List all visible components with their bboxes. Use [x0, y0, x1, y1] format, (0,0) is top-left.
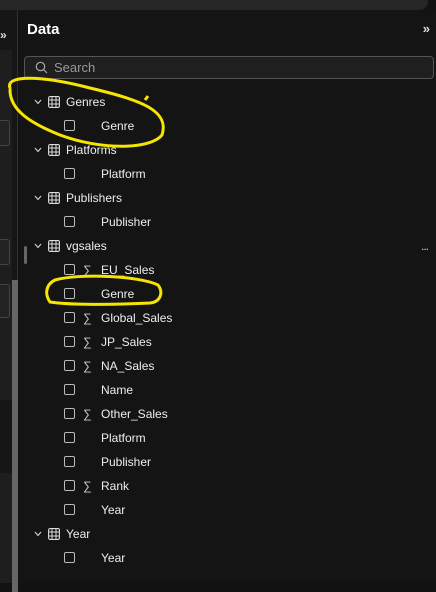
table-name: Year [66, 527, 91, 541]
field-checkbox[interactable] [64, 264, 75, 275]
field-name: Global_Sales [101, 311, 173, 325]
field-checkbox[interactable] [64, 168, 75, 179]
field-row[interactable]: Genre [19, 282, 436, 306]
field-checkbox[interactable] [64, 360, 75, 371]
search-box[interactable] [24, 56, 434, 79]
chevron-down-icon[interactable] [34, 97, 42, 107]
table-name: Genres [66, 95, 106, 109]
field-row[interactable]: ∑ EU_Sales [19, 258, 436, 282]
table-name: Publishers [66, 191, 123, 205]
field-row[interactable]: Year [19, 498, 436, 522]
chevron-down-icon[interactable] [34, 193, 42, 203]
sigma-icon: ∑ [83, 479, 92, 493]
more-options-icon[interactable]: ... [421, 239, 429, 253]
sigma-icon: ∑ [83, 263, 92, 277]
table-icon [48, 192, 60, 207]
search-input[interactable] [54, 60, 414, 75]
table-icon [48, 240, 60, 255]
field-checkbox[interactable] [64, 480, 75, 491]
collapse-pane-icon[interactable]: » [423, 21, 430, 36]
field-checkbox[interactable] [64, 120, 75, 131]
left-pane-input[interactable] [0, 284, 10, 318]
field-name: Genre [101, 287, 135, 301]
expand-icon[interactable]: » [0, 28, 7, 42]
top-bar [0, 0, 428, 10]
sigma-icon: ∑ [83, 359, 92, 373]
left-pane-section [0, 473, 12, 583]
field-row[interactable]: Publisher [19, 450, 436, 474]
field-checkbox[interactable] [64, 312, 75, 323]
table-icon [48, 528, 60, 543]
search-icon [35, 61, 48, 74]
left-pane: » [0, 10, 18, 592]
data-pane: Data » Genres Genre Platforms Platform P… [19, 10, 436, 582]
table-row-genres[interactable]: Genres [19, 90, 436, 114]
field-row[interactable]: ∑ NA_Sales [19, 354, 436, 378]
field-checkbox[interactable] [64, 408, 75, 419]
field-name: Platform [101, 167, 146, 181]
chevron-down-icon[interactable] [34, 145, 42, 155]
field-row[interactable]: Name [19, 378, 436, 402]
field-name: Year [101, 551, 126, 565]
field-name: Year [101, 503, 126, 517]
field-row[interactable]: Platform [19, 426, 436, 450]
table-row-vgsales[interactable]: vgsales ... [19, 234, 436, 258]
sigma-icon: ∑ [83, 335, 92, 349]
field-name: Other_Sales [101, 407, 168, 421]
field-checkbox[interactable] [64, 384, 75, 395]
field-checkbox[interactable] [64, 216, 75, 227]
field-row[interactable]: ∑ Other_Sales [19, 402, 436, 426]
table-row-year[interactable]: Year [19, 522, 436, 546]
sigma-icon: ∑ [83, 407, 92, 421]
field-checkbox[interactable] [64, 456, 75, 467]
pane-title: Data [27, 21, 60, 38]
field-name: JP_Sales [101, 335, 152, 349]
left-pane-input[interactable] [0, 120, 10, 146]
field-row[interactable]: Platform [19, 162, 436, 186]
field-checkbox[interactable] [64, 288, 75, 299]
left-pane-section [0, 160, 12, 400]
field-checkbox[interactable] [64, 504, 75, 515]
left-pane-input[interactable] [0, 239, 10, 265]
table-icon [48, 144, 60, 159]
field-row[interactable]: ∑ Rank [19, 474, 436, 498]
field-row[interactable]: ∑ Global_Sales [19, 306, 436, 330]
table-name: Platforms [66, 143, 117, 157]
table-row-publishers[interactable]: Publishers [19, 186, 436, 210]
field-name: Platform [101, 431, 146, 445]
field-name: Name [101, 383, 134, 397]
field-row[interactable]: Genre [19, 114, 436, 138]
field-row[interactable]: Publisher [19, 210, 436, 234]
chevron-down-icon[interactable] [34, 241, 42, 251]
field-row[interactable]: Year [19, 546, 436, 570]
field-name: EU_Sales [101, 263, 155, 277]
field-name: Publisher [101, 455, 152, 469]
field-name: Rank [101, 479, 130, 493]
left-pane-scrollbar[interactable] [12, 280, 18, 592]
field-name: NA_Sales [101, 359, 155, 373]
table-name: vgsales [66, 239, 107, 253]
field-checkbox[interactable] [64, 552, 75, 563]
table-icon [48, 96, 60, 111]
field-name: Publisher [101, 215, 152, 229]
field-name: Genre [101, 119, 135, 133]
field-checkbox[interactable] [64, 336, 75, 347]
sigma-icon: ∑ [83, 311, 92, 325]
field-row[interactable]: ∑ JP_Sales [19, 330, 436, 354]
chevron-down-icon[interactable] [34, 529, 42, 539]
table-row-platforms[interactable]: Platforms [19, 138, 436, 162]
field-checkbox[interactable] [64, 432, 75, 443]
